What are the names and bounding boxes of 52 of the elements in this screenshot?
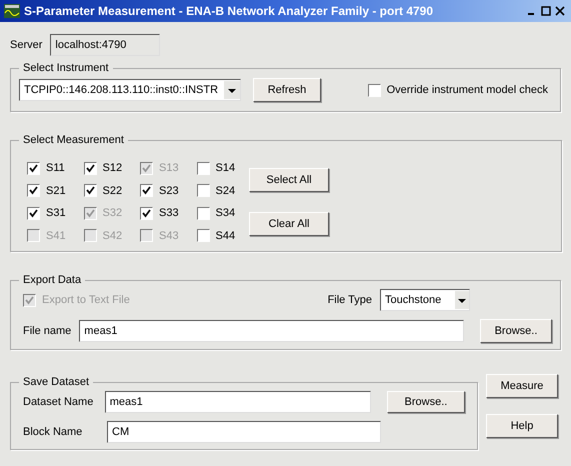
checkbox-label: S42: [102, 228, 122, 244]
file-type-dropdown[interactable]: Touchstone: [380, 289, 470, 311]
checkbox[interactable]: [27, 184, 40, 198]
checkbox[interactable]: [196, 162, 210, 175]
checkbox-label: S22: [102, 184, 122, 198]
group-title: Export Data: [19, 273, 86, 287]
checkbox-label: Override instrument model check: [386, 82, 548, 98]
app-icon: [4, 4, 20, 18]
checkbox-label: S33: [159, 206, 179, 221]
checkbox[interactable]: [140, 184, 153, 198]
refresh-button[interactable]: Refresh: [253, 78, 321, 102]
dataset-name-label: Dataset Name: [23, 394, 94, 410]
checkbox-label: S12: [102, 161, 122, 176]
file-name-field[interactable]: meas1: [79, 320, 464, 342]
window-title: S-Parameter Measurement - ENA-B Network Analyzer Family - port 4790: [24, 3, 434, 20]
checkbox[interactable]: [196, 184, 210, 198]
checkbox-label: S23: [159, 184, 179, 198]
checkbox-label: S32: [102, 206, 122, 221]
checkbox-label: S41: [46, 228, 66, 244]
block-name-label: Block Name: [23, 424, 84, 440]
server-label: Server: [10, 38, 42, 53]
dataset-name-field[interactable]: meas1: [104, 391, 371, 413]
checkbox-label: S44: [216, 228, 236, 244]
browse-button[interactable]: Browse..: [386, 391, 466, 413]
checkbox-label: S24: [216, 184, 236, 198]
checkbox-label: S11: [46, 161, 65, 176]
close-icon[interactable]: [553, 4, 567, 18]
block-name-field[interactable]: CM: [107, 421, 381, 443]
browse-button[interactable]: Browse..: [480, 319, 552, 343]
select-all-button[interactable]: Select All: [249, 168, 329, 192]
measure-button[interactable]: Measure: [486, 374, 558, 398]
checkbox[interactable]: [196, 206, 210, 220]
file-type-label: File Type: [328, 292, 372, 308]
clear-all-button[interactable]: Clear All: [249, 212, 329, 236]
checkbox-label: Export to Text File: [42, 292, 130, 308]
help-button[interactable]: Help: [486, 414, 558, 438]
checkbox-label: S43: [159, 228, 179, 244]
checkbox-label: S13: [159, 161, 179, 176]
checkbox[interactable]: [84, 162, 96, 175]
checkbox-label: S31: [46, 206, 66, 221]
checkbox[interactable]: [84, 184, 96, 198]
checkbox[interactable]: [368, 84, 381, 96]
checkbox[interactable]: [27, 206, 40, 220]
checkbox-label: S14: [216, 161, 236, 176]
maximize-icon[interactable]: [539, 4, 553, 18]
checkbox-label: S21: [46, 184, 66, 198]
checkbox[interactable]: [140, 206, 153, 220]
checkbox[interactable]: [27, 162, 40, 175]
checkbox[interactable]: [196, 229, 210, 242]
checkbox-label: S34: [216, 206, 236, 221]
instrument-dropdown[interactable]: TCPIP0::146.208.113.110::inst0::INSTR: [19, 79, 241, 101]
file-name-label: File name: [23, 324, 72, 339]
